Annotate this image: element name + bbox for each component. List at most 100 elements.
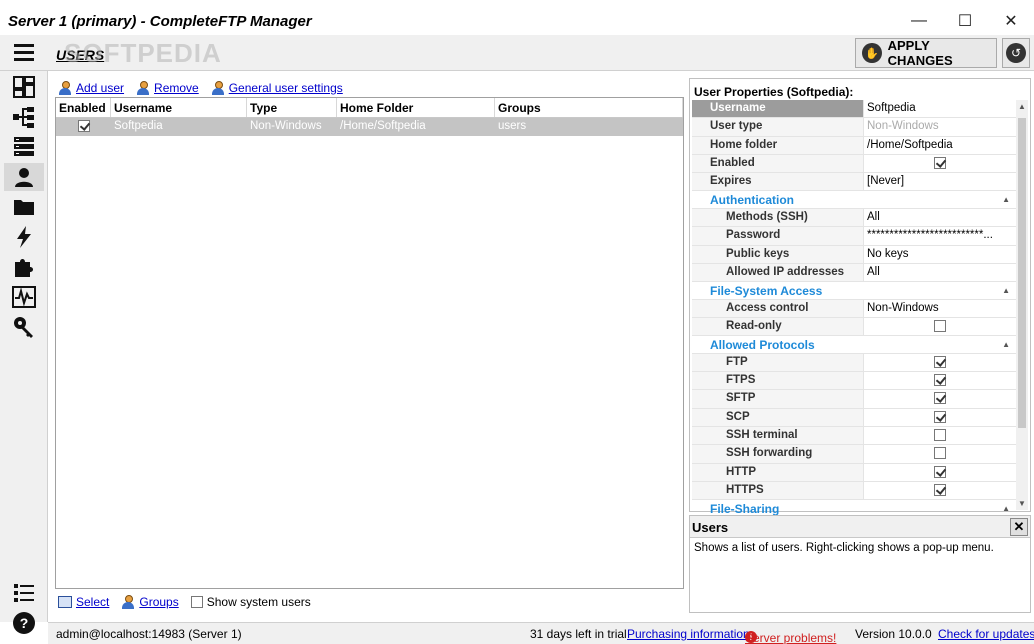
show-system-users-checkbox[interactable] (190, 596, 203, 608)
dashboard-icon[interactable] (4, 73, 44, 101)
minimize-button[interactable]: — (907, 10, 931, 32)
category-allowed-protocols[interactable]: Allowed Protocols ▲ (692, 336, 1016, 354)
https-checkbox[interactable] (934, 483, 946, 496)
cell-groups: users (498, 120, 527, 132)
select-link[interactable]: Select (58, 595, 109, 609)
prop-access-control[interactable]: Access control Non-Windows (692, 299, 1016, 318)
ftp-checkbox[interactable] (934, 355, 946, 368)
enabled-checkbox[interactable] (77, 120, 90, 132)
user-actions: Add user Remove General user settings (58, 79, 343, 97)
prop-allowed-ip[interactable]: Allowed IP addresses All (692, 263, 1016, 283)
ssh-forwarding-checkbox[interactable] (934, 447, 946, 460)
scp-checkbox[interactable] (934, 410, 946, 423)
cell-home-folder: /Home/Softpedia (340, 120, 426, 132)
collapse-icon[interactable]: ▲ (1002, 504, 1010, 513)
collapse-icon[interactable]: ▲ (1002, 340, 1010, 349)
help-title: Users (692, 520, 729, 535)
ftps-checkbox[interactable] (934, 374, 946, 387)
svg-text:?: ? (20, 615, 29, 631)
properties-title: User Properties (Softpedia): (694, 85, 854, 99)
purchasing-link[interactable]: Purchasing information (627, 627, 750, 641)
column-groups[interactable]: Groups (495, 98, 683, 117)
collapse-icon[interactable]: ▲ (1002, 195, 1010, 204)
category-file-system-access[interactable]: File-System Access ▲ (692, 282, 1016, 300)
prop-ssh-forwarding[interactable]: SSH forwarding (692, 445, 1016, 464)
prop-user-type[interactable]: User type Non-Windows (692, 118, 1016, 137)
prop-https[interactable]: HTTPS (692, 481, 1016, 501)
prop-home-folder[interactable]: Home folder/Home/Softpedia (692, 136, 1016, 155)
page-title: USERS (56, 47, 105, 63)
groups-link[interactable]: Groups (121, 595, 179, 609)
prop-sftp[interactable]: SFTP (692, 390, 1016, 409)
select-icon (58, 596, 72, 608)
grid-header: Enabled Username Type Home Folder Groups (56, 98, 683, 118)
scroll-down-icon[interactable]: ▼ (1018, 499, 1026, 508)
show-system-users-toggle[interactable]: Show system users (190, 595, 311, 609)
close-button[interactable]: ✕ (999, 10, 1023, 32)
cell-username: Softpedia (114, 120, 163, 132)
properties-scrollbar[interactable]: ▲ ▼ (1016, 100, 1028, 510)
apply-changes-button[interactable]: ✋ APPLY CHANGES (855, 38, 997, 68)
hand-icon: ✋ (862, 43, 882, 63)
remove-user-link[interactable]: Remove (136, 79, 199, 97)
prop-ssh-terminal[interactable]: SSH terminal (692, 426, 1016, 446)
read-only-checkbox[interactable] (934, 319, 946, 332)
extensions-icon[interactable] (4, 253, 44, 281)
enabled-checkbox[interactable] (934, 156, 946, 169)
toolbar: USERS ✋ APPLY CHANGES ↺ (0, 35, 1034, 71)
security-icon[interactable] (4, 313, 44, 341)
table-row[interactable]: Softpedia Non-Windows /Home/Softpedia us… (56, 118, 683, 136)
scrollbar-thumb[interactable] (1018, 118, 1026, 428)
monitoring-icon[interactable] (4, 283, 44, 311)
ssh-terminal-checkbox[interactable] (934, 428, 946, 441)
users-icon[interactable] (4, 163, 44, 191)
general-user-settings-link[interactable]: General user settings (211, 79, 343, 97)
undo-icon: ↺ (1006, 43, 1026, 63)
remove-user-icon (136, 81, 150, 95)
prop-username[interactable]: Username Softpedia (692, 100, 1016, 119)
grid-bottom-bar: Select Groups Show system users (58, 593, 311, 611)
prop-enabled[interactable]: Enabled (692, 154, 1016, 174)
folders-icon[interactable] (4, 193, 44, 221)
check-updates-link[interactable]: Check for updates (938, 627, 1034, 641)
window-title: Server 1 (primary) - CompleteFTP Manager (8, 13, 312, 30)
prop-password[interactable]: Password **************************... (692, 227, 1016, 246)
maximize-button[interactable]: ☐ (953, 10, 977, 32)
apply-changes-label: APPLY CHANGES (887, 38, 953, 68)
prop-read-only[interactable]: Read-only (692, 317, 1016, 337)
sftp-checkbox[interactable] (934, 392, 946, 405)
connection-status: admin@localhost:14983 (Server 1) (56, 627, 242, 641)
version-label: Version 10.0.0 (855, 627, 932, 641)
column-username[interactable]: Username (111, 98, 247, 117)
prop-ftps[interactable]: FTPS (692, 372, 1016, 391)
prop-methods-ssh[interactable]: Methods (SSH) All (692, 208, 1016, 228)
add-user-link[interactable]: Add user (58, 79, 124, 97)
user-settings-icon (211, 81, 225, 95)
revert-button[interactable]: ↺ (1002, 38, 1030, 68)
status-bar: admin@localhost:14983 (Server 1) 31 days… (48, 622, 1034, 644)
prop-expires[interactable]: Expires [Never] (692, 173, 1016, 192)
scroll-up-icon[interactable]: ▲ (1018, 102, 1026, 111)
servers-icon[interactable] (4, 133, 44, 161)
prop-scp[interactable]: SCP (692, 408, 1016, 427)
menu-icon[interactable] (14, 44, 34, 62)
cluster-icon[interactable] (4, 103, 44, 131)
help-close-button[interactable]: ✕ (1010, 518, 1028, 536)
prop-ftp[interactable]: FTP (692, 353, 1016, 373)
log-icon[interactable] (4, 579, 44, 607)
help-icon[interactable]: ? (4, 609, 44, 637)
category-authentication[interactable]: Authentication ▲ (692, 191, 1016, 209)
column-type[interactable]: Type (247, 98, 337, 117)
add-user-icon (58, 81, 72, 95)
column-home-folder[interactable]: Home Folder (337, 98, 495, 117)
collapse-icon[interactable]: ▲ (1002, 286, 1010, 295)
title-bar: Server 1 (primary) - CompleteFTP Manager… (0, 0, 1034, 40)
prop-public-keys[interactable]: Public keys No keys (692, 245, 1016, 264)
events-icon[interactable] (4, 223, 44, 251)
help-panel: Users ✕ Shows a list of users. Right-cli… (689, 515, 1031, 613)
column-enabled[interactable]: Enabled (56, 98, 111, 117)
trial-status: 31 days left in trial (530, 627, 627, 641)
prop-http[interactable]: HTTP (692, 463, 1016, 482)
sidebar: ? (0, 71, 48, 634)
http-checkbox[interactable] (934, 465, 946, 478)
